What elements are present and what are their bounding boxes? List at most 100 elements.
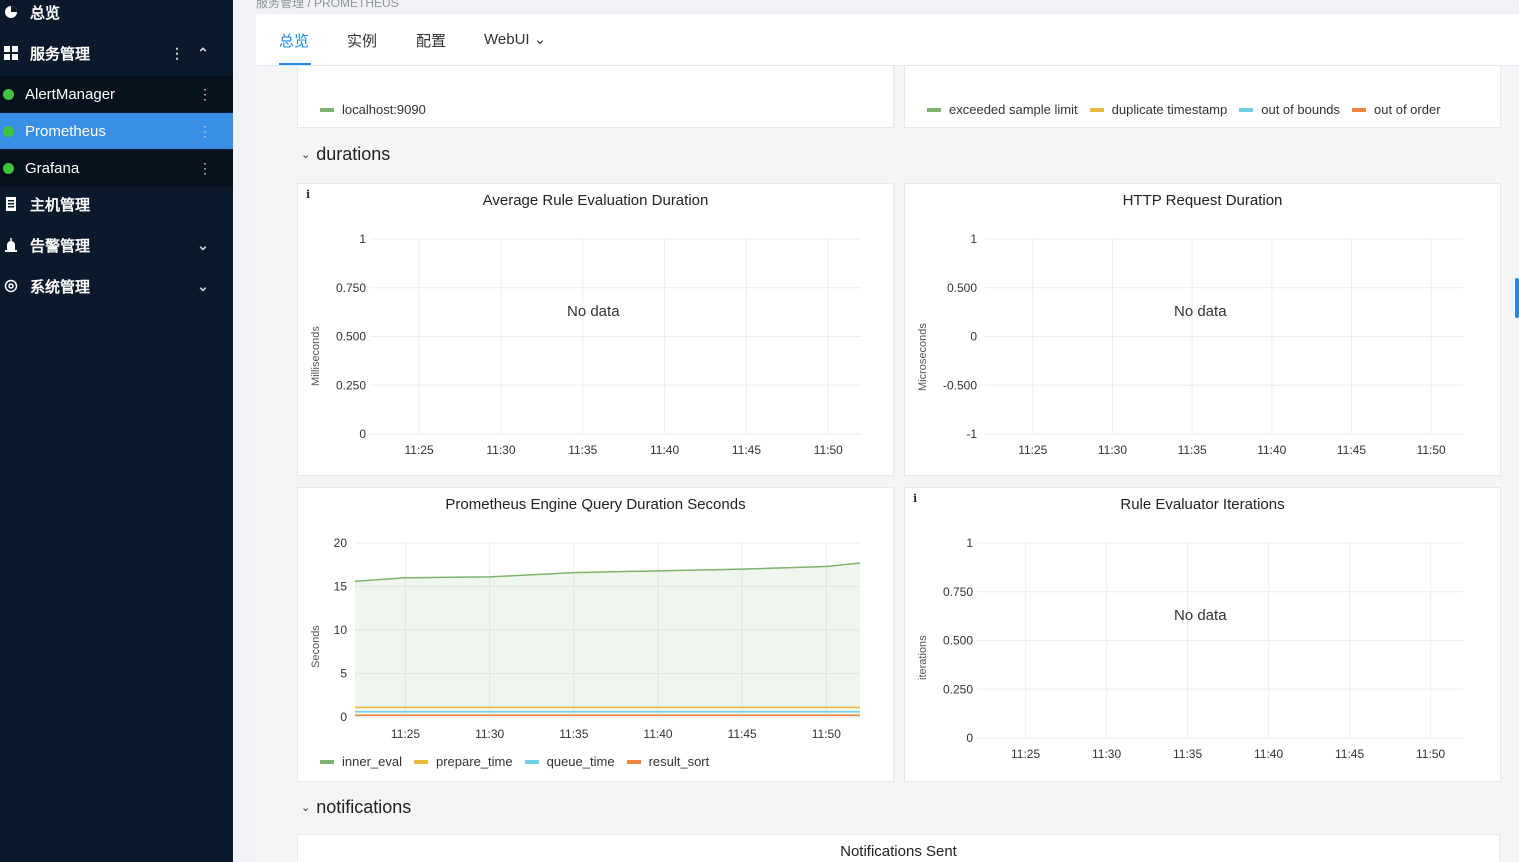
x-tick-label: 11:25 (1011, 747, 1040, 761)
legend-swatch (927, 107, 941, 112)
chart-svg: 20 15 10 5 0 11:25 11:30 11:35 11:40 11:45 11:50 (334, 536, 861, 741)
tab-instances[interactable]: 实例 (347, 30, 377, 51)
breadcrumb: 服务管理 / PROMETHEUS (256, 0, 399, 10)
sidebar-item-alertmanager[interactable]: AlertManager ⋮ (0, 76, 233, 112)
grid-icon (4, 46, 18, 60)
chevron-down-icon[interactable]: ⌄ (193, 237, 213, 254)
x-tick-label: 11:45 (1335, 747, 1364, 761)
panel-avg-rule-eval-duration: i Average Rule Evaluation Duration 1 0.75… (297, 183, 894, 476)
kebab-icon[interactable]: ⋮ (167, 45, 187, 62)
legend-item[interactable]: inner_eval (320, 754, 402, 769)
x-tick-label: 11:25 (391, 727, 420, 741)
legend-item[interactable]: localhost:9090 (320, 102, 426, 117)
sidebar-item-prometheus[interactable]: Prometheus ⋮ (0, 113, 233, 149)
sidebar-item-overview[interactable]: 总览 (0, 0, 233, 30)
y-tick-label: 0.500 (947, 281, 977, 295)
y-tick-label: 0.750 (336, 281, 366, 295)
chevron-up-icon[interactable]: ⌃ (193, 45, 213, 62)
dashboard-content: localhost:9090 exceeded sample limit dup… (256, 66, 1519, 862)
tab-bar: 总览 实例 配置 WebUI ⌄ (256, 14, 1519, 66)
chevron-down-icon: ⌄ (301, 149, 311, 161)
chart-svg: 1 0.500 0 -0.500 -1 11:25 11:30 11:35 11:40 11:45… (943, 232, 1463, 457)
legend-item[interactable]: queue_time (524, 754, 615, 769)
status-dot-icon (3, 88, 14, 100)
section-notifications[interactable]: ⌄ notifications (301, 797, 411, 818)
panel-top-right: exceeded sample limit duplicate timestam… (904, 66, 1501, 128)
x-tick-label: 11:35 (1178, 443, 1207, 457)
y-tick-label: 5 (340, 667, 347, 681)
y-axis-label: Milliseconds (310, 326, 322, 386)
sidebar-item-service-mgmt[interactable]: 服务管理 ⋮ ⌃ (0, 35, 233, 71)
x-tick-label: 11:40 (650, 443, 679, 457)
panel-http-request-duration: HTTP Request Duration 1 0.500 0 -0.500 -1 11:… (904, 183, 1501, 476)
y-axis-label: Seconds (310, 625, 322, 668)
sidebar-item-label: AlertManager (25, 85, 116, 103)
alarm-icon (4, 238, 18, 252)
x-tick-label: 11:30 (486, 443, 515, 457)
kebab-icon[interactable]: ⋮ (195, 160, 215, 177)
panel-top-left: localhost:9090 (297, 66, 894, 128)
x-tick-label: 11:50 (1417, 443, 1446, 457)
x-tick-label: 11:45 (1337, 443, 1366, 457)
y-tick-label: 0 (359, 427, 366, 441)
chevron-down-icon: ⌄ (301, 802, 311, 814)
y-tick-label: 0 (970, 330, 977, 344)
y-tick-label: 0.250 (336, 378, 366, 392)
legend-item[interactable]: exceeded sample limit (927, 102, 1078, 117)
x-tick-label: 11:40 (643, 727, 672, 741)
active-tab-indicator (279, 63, 311, 65)
y-tick-label: 0 (340, 710, 347, 724)
no-data-text: No data (1174, 607, 1227, 624)
kebab-icon[interactable]: ⋮ (195, 86, 215, 103)
legend-item[interactable]: result_sort (626, 754, 709, 769)
x-tick-label: 11:40 (1257, 443, 1286, 457)
y-tick-label: 0.750 (943, 585, 973, 599)
x-tick-label: 11:35 (1173, 747, 1202, 761)
panel-engine-query-duration: Prometheus Engine Query Duration Seconds… (297, 487, 894, 782)
sidebar-item-label: 主机管理 (30, 196, 91, 214)
x-tick-label: 11:35 (559, 727, 588, 741)
y-tick-label: 10 (334, 623, 348, 637)
kebab-icon[interactable]: ⋮ (195, 123, 215, 140)
chart-legend: localhost:9090 (320, 102, 438, 117)
document-icon (4, 197, 18, 211)
dashboard-icon (4, 5, 18, 19)
y-tick-label: 0.250 (943, 682, 973, 696)
sidebar-item-alert-mgmt[interactable]: 告警管理 ⌄ (0, 227, 233, 263)
legend-swatch (1352, 107, 1367, 112)
x-tick-label: 11:45 (732, 443, 761, 457)
panel-title: Notifications Sent (840, 843, 957, 860)
y-tick-label: 1 (966, 536, 973, 550)
chart-svg: 1 0.750 0.500 0.250 0 11:25 11:30 11:35 11:40 11:… (943, 536, 1463, 761)
no-data-text: No data (567, 303, 620, 320)
sidebar-item-grafana[interactable]: Grafana ⋮ (0, 150, 233, 186)
sidebar-item-label: 总览 (30, 4, 61, 22)
top-strip (233, 0, 1519, 14)
chart-svg: 1 0.750 0.500 0.250 0 11:25 11:30 11:35 11:40 11:… (336, 232, 861, 457)
x-tick-label: 11:40 (1254, 747, 1283, 761)
legend-item[interactable]: prepare_time (414, 754, 513, 769)
tab-config[interactable]: 配置 (416, 30, 446, 51)
x-tick-label: 11:50 (812, 727, 841, 741)
chevron-down-icon[interactable]: ⌄ (193, 278, 213, 295)
sidebar-item-label: Prometheus (25, 122, 106, 140)
tab-webui[interactable]: WebUI ⌄ (484, 30, 546, 48)
legend-swatch (1239, 107, 1254, 112)
y-tick-label: -1 (966, 427, 977, 441)
legend-swatch (320, 107, 334, 112)
sidebar-item-host-mgmt[interactable]: 主机管理 (0, 186, 233, 222)
legend-item[interactable]: duplicate timestamp (1089, 102, 1227, 117)
legend-item[interactable]: out of order (1352, 102, 1441, 117)
legend-swatch (1089, 107, 1104, 112)
sidebar-item-system-mgmt[interactable]: 系统管理 ⌄ (0, 268, 233, 304)
tab-overview[interactable]: 总览 (279, 30, 309, 51)
y-tick-label: 0.500 (336, 330, 366, 344)
y-tick-label: 1 (970, 232, 977, 246)
section-durations[interactable]: ⌄ durations (301, 144, 390, 165)
legend-item[interactable]: out of bounds (1239, 102, 1340, 117)
legend-swatch (626, 759, 641, 764)
sidebar-item-label: 告警管理 (30, 237, 91, 255)
scrollbar-handle[interactable] (1515, 278, 1519, 318)
y-tick-label: -0.500 (943, 378, 977, 392)
y-tick-label: 0.500 (943, 634, 973, 648)
